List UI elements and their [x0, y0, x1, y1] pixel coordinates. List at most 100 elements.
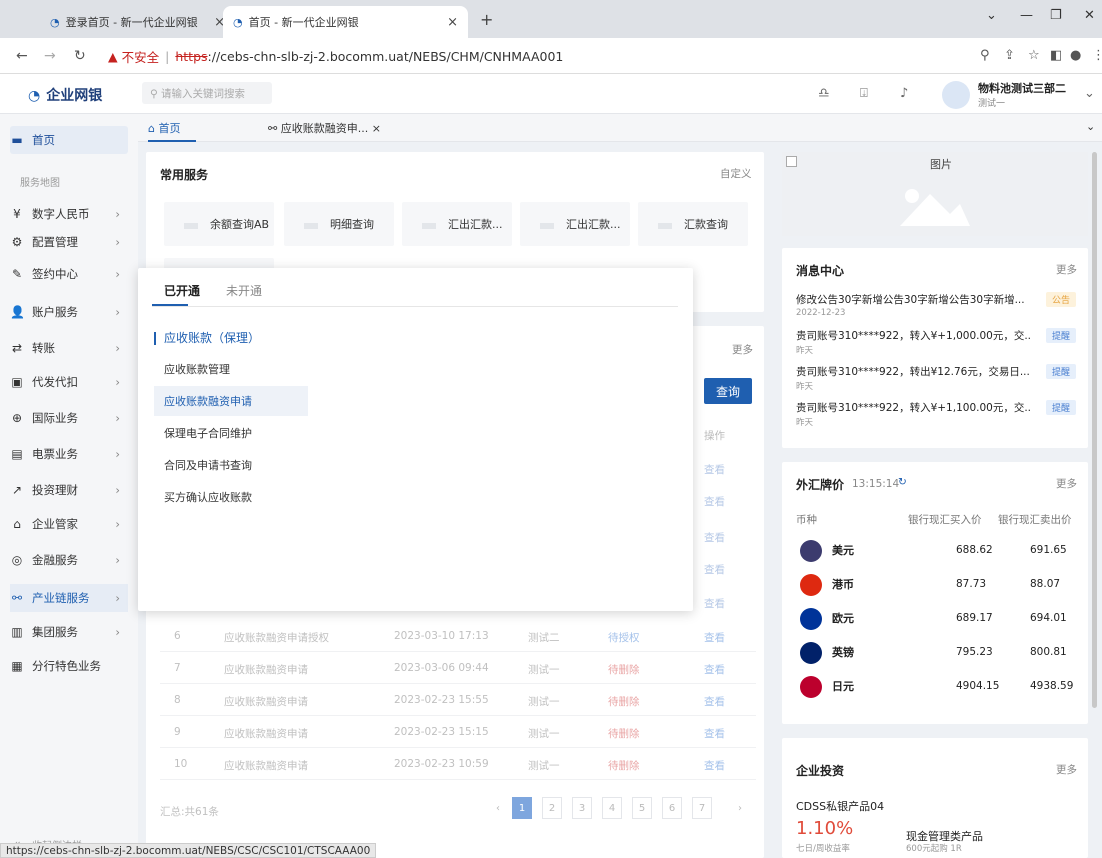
- message-badge: 提醒: [1046, 400, 1077, 415]
- prev-page-icon[interactable]: ‹: [488, 797, 508, 819]
- page-button[interactable]: 5: [632, 797, 652, 819]
- page-button[interactable]: 3: [572, 797, 592, 819]
- logo[interactable]: ◔ 企业网银: [28, 85, 102, 105]
- message-text[interactable]: 贵司账号310****922，转出¥12.76元，交易日...: [796, 364, 1032, 379]
- popup-menu-item[interactable]: 保理电子合同维护: [154, 418, 308, 448]
- sell-rate: 88.07: [1030, 578, 1061, 590]
- view-link[interactable]: 查看: [704, 530, 725, 545]
- service-tile[interactable]: 余额查询AB: [164, 202, 274, 246]
- refresh-icon[interactable]: ↻: [898, 476, 907, 488]
- popup-menu-item[interactable]: 合同及申请书查询: [154, 450, 308, 480]
- sidebar-item-label: 投资理财: [32, 483, 78, 497]
- share-icon[interactable]: ⇪: [1004, 48, 1015, 63]
- sidebar-item[interactable]: ⇄ 转账 ›: [10, 334, 128, 362]
- sidebar-item[interactable]: ¥ 数字人民币 ›: [10, 200, 128, 228]
- next-page-icon[interactable]: ›: [730, 797, 750, 819]
- view-link[interactable]: 查看: [704, 758, 725, 773]
- chevron-right-icon: ›: [115, 483, 120, 497]
- profile-icon[interactable]: ●: [1070, 48, 1081, 63]
- invest-more-link[interactable]: 更多: [1056, 762, 1077, 777]
- bell-icon[interactable]: ♪: [900, 86, 908, 101]
- browser-tab-home[interactable]: ◔ 首页 - 新一代企业网银 ×: [223, 6, 468, 38]
- buy-rate: 795.23: [956, 646, 993, 658]
- query-button[interactable]: 查询: [704, 378, 752, 404]
- menu-icon[interactable]: ⋮: [1092, 48, 1102, 63]
- avatar[interactable]: [942, 81, 970, 109]
- forward-icon[interactable]: →: [44, 48, 56, 64]
- service-tile[interactable]: 汇出汇款...: [520, 202, 630, 246]
- url-field[interactable]: ▲ 不安全 | https ://cebs-chn-slb-zj-2.bocom…: [108, 43, 958, 69]
- page-button[interactable]: 4: [602, 797, 622, 819]
- close-tab-icon[interactable]: ×: [447, 15, 458, 30]
- product-name[interactable]: CDSS私银产品04: [796, 798, 884, 814]
- chevron-down-icon[interactable]: ⌄: [1084, 86, 1095, 101]
- view-link[interactable]: 查看: [704, 462, 725, 477]
- cell-time: 2023-02-23 10:59: [394, 758, 489, 770]
- scrollbar[interactable]: [1092, 152, 1097, 708]
- sidebar-item[interactable]: ▦ 分行特色业务: [10, 652, 128, 680]
- sidebar-item[interactable]: ✎ 签约中心 ›: [10, 260, 128, 288]
- view-link[interactable]: 查看: [704, 726, 725, 741]
- sidebar-item[interactable]: ⌂ 企业管家 ›: [10, 510, 128, 538]
- todo-more-link[interactable]: 更多: [732, 342, 753, 357]
- sidebar-item[interactable]: ⊕ 国际业务 ›: [10, 404, 128, 432]
- page-tab-home[interactable]: ⌂ 首页: [148, 120, 197, 142]
- new-tab-button[interactable]: +: [480, 10, 493, 29]
- messages-more-link[interactable]: 更多: [1056, 262, 1077, 277]
- tab-not-opened[interactable]: 未开通: [226, 282, 262, 299]
- tabs-dropdown-icon[interactable]: ⌄: [1086, 120, 1095, 133]
- customize-link[interactable]: 自定义: [720, 166, 752, 181]
- page-button[interactable]: 6: [662, 797, 682, 819]
- sidebar-item[interactable]: ▣ 代发代扣 ›: [10, 368, 128, 396]
- tab-list-icon[interactable]: ⌄: [986, 8, 997, 23]
- restore-icon[interactable]: ❐: [1050, 8, 1062, 23]
- sidebar-item[interactable]: ↗ 投资理财 ›: [10, 476, 128, 504]
- view-link[interactable]: 查看: [704, 494, 725, 509]
- browser-tab-login[interactable]: ◔ 登录首页 - 新一代企业网银 ×: [40, 6, 235, 38]
- back-icon[interactable]: ←: [16, 48, 28, 64]
- service-tile[interactable]: 汇款查询: [638, 202, 748, 246]
- chevron-right-icon: ›: [115, 591, 120, 605]
- sidebar-item[interactable]: 👤 账户服务 ›: [10, 298, 128, 326]
- user-name[interactable]: 物料池测试三部二: [978, 80, 1066, 96]
- bookmark-star-icon[interactable]: ☆: [1028, 48, 1040, 63]
- page-tab-factoring[interactable]: ⚯ 应收账款融资申... ×: [268, 120, 381, 136]
- service-tile[interactable]: 明细查询: [284, 202, 394, 246]
- sidebar-item[interactable]: ▤ 电票业务 ›: [10, 440, 128, 468]
- page-button[interactable]: 7: [692, 797, 712, 819]
- sidebar-item[interactable]: ▥ 集团服务 ›: [10, 618, 128, 646]
- sidebar-item[interactable]: ⚯ 产业链服务 ›: [10, 584, 128, 612]
- minimize-icon[interactable]: —: [1020, 8, 1033, 23]
- popup-menu-item[interactable]: 买方确认应收账款: [154, 482, 308, 512]
- close-window-icon[interactable]: ✕: [1084, 8, 1095, 23]
- message-badge: 提醒: [1046, 364, 1077, 379]
- reload-icon[interactable]: ↻: [74, 48, 86, 64]
- message-text[interactable]: 修改公告30字新增公告30字新增公告30字新增...: [796, 292, 1032, 307]
- view-link[interactable]: 查看: [704, 694, 725, 709]
- tab-opened[interactable]: 已开通: [164, 282, 200, 299]
- download-icon[interactable]: ⍗: [860, 86, 868, 101]
- view-link[interactable]: 查看: [704, 662, 725, 677]
- sidebar-item-label: 电票业务: [32, 447, 78, 461]
- page-button[interactable]: 2: [542, 797, 562, 819]
- message-text[interactable]: 贵司账号310****922，转入¥+1,100.00元，交...: [796, 400, 1032, 415]
- view-link[interactable]: 查看: [704, 630, 725, 645]
- fx-more-link[interactable]: 更多: [1056, 476, 1077, 491]
- sidepanel-icon[interactable]: ◧: [1050, 48, 1062, 63]
- sidebar-item[interactable]: ◎ 金融服务 ›: [10, 546, 128, 574]
- popup-menu-item[interactable]: 应收账款管理: [154, 354, 308, 384]
- view-link[interactable]: 查看: [704, 562, 725, 577]
- table-row: 9 应收账款融资申请 2023-02-23 15:15 测试一 待删除 查看: [160, 716, 756, 748]
- message-text[interactable]: 贵司账号310****922，转入¥+1,000.00元，交...: [796, 328, 1032, 343]
- zoom-icon[interactable]: ⚲: [980, 48, 990, 63]
- search-input[interactable]: ⚲ 请输入关键词搜索: [142, 82, 272, 104]
- sidebar-item[interactable]: ⚙ 配置管理 ›: [10, 228, 128, 256]
- image-checkbox[interactable]: [786, 156, 797, 167]
- service-tile[interactable]: 汇出汇款...: [402, 202, 512, 246]
- page-button[interactable]: 1: [512, 797, 532, 819]
- headset-icon[interactable]: ♎: [818, 86, 830, 101]
- popup-menu-item[interactable]: 应收账款融资申请: [154, 386, 308, 416]
- sidebar-item-home[interactable]: ▬ 首页: [10, 126, 128, 154]
- sidebar-item-label: 转账: [32, 341, 55, 355]
- view-link[interactable]: 查看: [704, 596, 725, 611]
